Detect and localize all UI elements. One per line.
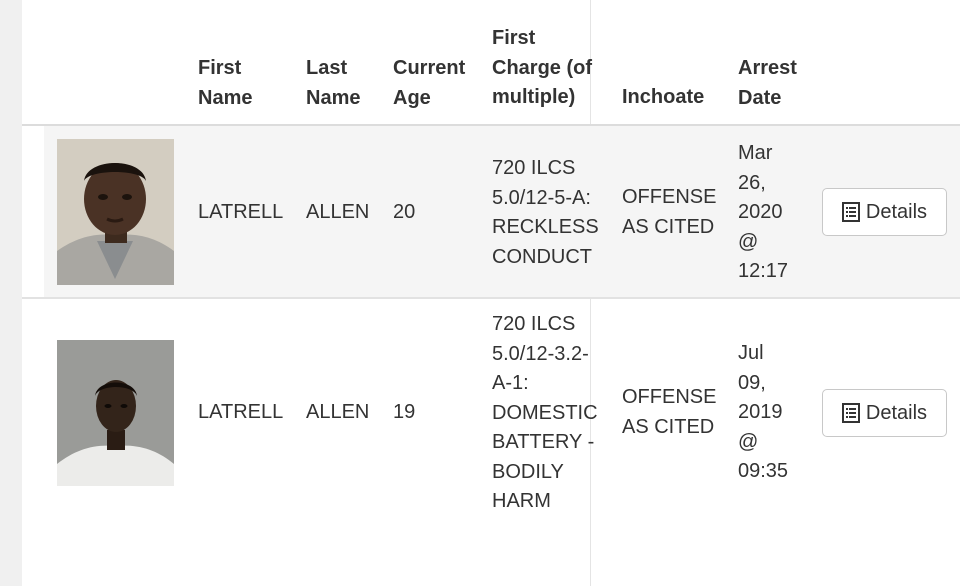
header-first-name: First Name [198, 57, 253, 109]
cell-last-name: ALLEN [306, 401, 370, 423]
list-document-icon [841, 202, 860, 222]
header-inchoate: Inchoate [622, 86, 705, 108]
cell-arrest-date: Jul 09, 2019 @ 09:35 [738, 342, 789, 482]
cell-age: 19 [393, 401, 416, 423]
cell-inchoate: OFFENSE AS CITED [622, 186, 717, 238]
header-current-age: Current Age [393, 57, 466, 109]
cell-age: 20 [393, 201, 416, 223]
details-button-label: Details [865, 200, 928, 223]
header-first-charge: First Charge (of multiple) [492, 27, 592, 108]
row-divider [22, 297, 960, 299]
cell-charge: 720 ILCS 5.0/12-3.2- A-1: DOMESTIC BATTE… [492, 313, 598, 512]
header-arrest-date: Arrest Date [738, 57, 797, 109]
cell-charge: 720 ILCS 5.0/12-5-A: RECKLESS CONDUCT [492, 157, 599, 268]
header-last-name: Last Name [306, 57, 361, 109]
cell-first-name: LATRELL [198, 401, 284, 423]
mugshot-photo [57, 139, 174, 285]
cell-inchoate: OFFENSE AS CITED [622, 386, 717, 438]
list-document-icon [841, 403, 860, 423]
cell-last-name: ALLEN [306, 201, 370, 223]
mugshot-photo [57, 340, 174, 486]
details-button-label: Details [865, 401, 928, 424]
cell-first-name: LATRELL [198, 201, 284, 223]
cell-arrest-date: Mar 26, 2020 @ 12:17 [738, 142, 789, 282]
details-button[interactable]: Details [822, 188, 947, 236]
details-button[interactable]: Details [822, 389, 947, 437]
